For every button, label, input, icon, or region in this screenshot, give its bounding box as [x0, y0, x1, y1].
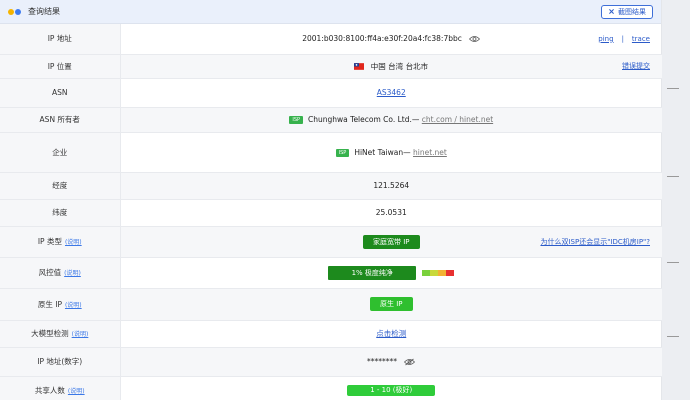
result-header: 查询结果 截图结果 [0, 0, 661, 24]
location-label: IP 位置 [0, 54, 121, 79]
risk-scale-segment [438, 269, 447, 276]
ping-link[interactable]: ping [598, 35, 613, 43]
dual-isp-faq-link[interactable]: 为什么双ISP还会显示"IDC机房IP"? [540, 238, 650, 246]
shared-help-link[interactable]: (说明) [68, 388, 85, 395]
gutter-tick [667, 262, 679, 263]
row-ip-type: IP 类型 (说明) 家庭宽带 IP 为什么双ISP还会显示"IDC机房IP"? [0, 226, 662, 258]
taiwan-flag-icon [354, 63, 365, 70]
shared-label: 共享人数 [34, 385, 65, 395]
row-shared: 共享人数 (说明) 1 - 10 (极好) [0, 376, 662, 400]
company-name: HiNet Taiwan— [354, 147, 411, 157]
screenshot-button[interactable]: 截图结果 [601, 4, 653, 19]
row-asn: ASN AS3462 [0, 78, 662, 108]
row-llm: 大模型检测 (说明) 点击检测 [0, 320, 662, 348]
company-label: 企业 [0, 132, 121, 173]
row-latitude: 纬度 25.0531 [0, 199, 662, 227]
row-ip-number: IP 地址(数字) ******** [0, 347, 662, 377]
row-native: 原生 IP (说明) 原生 IP [0, 288, 662, 321]
llm-help-link[interactable]: (说明) [72, 331, 89, 338]
risk-scale [422, 269, 455, 276]
screenshot-label: 截图结果 [618, 7, 646, 16]
ip-type-badge: 家庭宽带 IP [362, 234, 420, 249]
shared-badge: 1 - 10 (极好) [347, 384, 436, 396]
error-report-link[interactable]: 错误提交 [622, 62, 650, 70]
risk-scale-segment [430, 269, 439, 276]
risk-label: 风控值 [38, 268, 62, 277]
row-location: IP 位置 中国 台湾 台北市 错误提交 [0, 54, 662, 79]
llm-check-link[interactable]: 点击检测 [376, 329, 406, 338]
gutter-tick [667, 176, 679, 177]
row-ip: IP 地址 2001:b030:8100:ff4a:e30f:20a4:fc38… [0, 24, 662, 55]
ip-type-label: IP 类型 [37, 237, 62, 246]
native-label: 原生 IP [37, 299, 62, 309]
trace-link[interactable]: trace [632, 35, 650, 43]
x-icon [609, 9, 614, 14]
risk-score-bar: 1% 极度纯净 [328, 265, 417, 280]
ip-value: 2001:b030:8100:ff4a:e30f:20a4:fc38:7bbc [302, 34, 462, 44]
asn-owner-label: ASN 所有者 [0, 107, 121, 133]
latitude-value: 25.0531 [120, 199, 662, 227]
native-help-link[interactable]: (说明) [65, 302, 82, 309]
row-risk: 风控值 (说明) 1% 极度纯净 [0, 257, 662, 289]
risk-scale-segment [422, 269, 431, 276]
ip-number-value: ******** [367, 357, 398, 366]
asn-label: ASN [0, 78, 121, 108]
company-domain-link[interactable]: hinet.net [413, 148, 447, 157]
result-panel: 查询结果 截图结果 IP 地址 2001:b030:8100:ff4a:e30f… [0, 0, 662, 400]
isp-badge: ISP [335, 148, 350, 157]
asn-link[interactable]: AS3462 [377, 88, 406, 97]
ip-number-label: IP 地址(数字) [0, 347, 121, 377]
app-logo [8, 8, 22, 15]
native-badge: 原生 IP [369, 297, 413, 311]
llm-label: 大模型检测 [31, 329, 69, 338]
latitude-label: 纬度 [0, 199, 121, 227]
longitude-label: 经度 [0, 172, 121, 200]
eye-icon[interactable] [469, 35, 481, 43]
longitude-value: 121.5264 [120, 172, 662, 200]
gutter-tick [667, 88, 679, 89]
isp-badge: ISP [289, 116, 304, 124]
risk-scale-segment [446, 269, 455, 276]
row-company: 企业 ISP HiNet Taiwan— hinet.net [0, 132, 662, 173]
result-title: 查询结果 [28, 7, 60, 16]
risk-help-link[interactable]: (说明) [64, 270, 81, 277]
gutter-tick [667, 336, 679, 337]
eye-off-icon[interactable] [404, 358, 416, 366]
row-longitude: 经度 121.5264 [0, 172, 662, 200]
link-separator: | [621, 34, 624, 43]
right-gutter [662, 0, 690, 400]
asn-owner-domain-link[interactable]: cht.com / hinet.net [422, 115, 493, 124]
ip-label: IP 地址 [0, 24, 121, 55]
row-asn-owner: ASN 所有者 ISP Chunghwa Telecom Co. Ltd.— ch… [0, 107, 662, 133]
asn-owner-name: Chunghwa Telecom Co. Ltd.— [308, 115, 420, 124]
result-table: IP 地址 2001:b030:8100:ff4a:e30f:20a4:fc38… [0, 24, 662, 400]
location-value: 中国 台湾 台北市 [370, 61, 429, 71]
ip-type-help-link[interactable]: (说明) [65, 239, 82, 246]
